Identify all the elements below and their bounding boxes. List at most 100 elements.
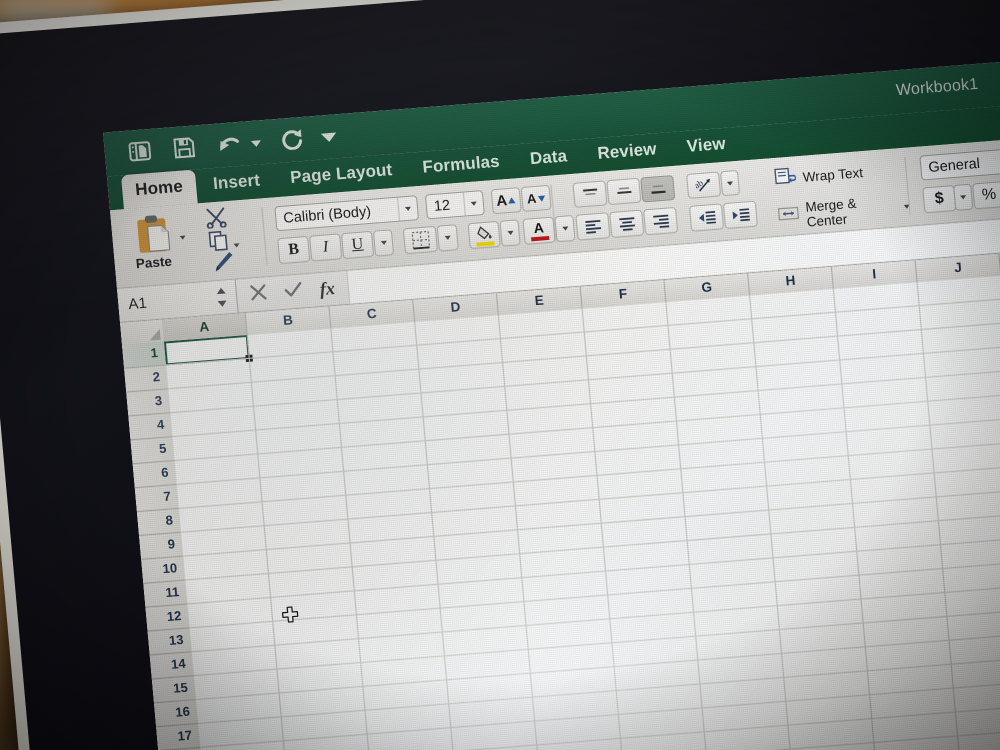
merge-center-button[interactable]: Merge & Center xyxy=(777,192,911,232)
customize-toolbar-caret[interactable] xyxy=(320,131,338,143)
row-header-3[interactable]: 3 xyxy=(126,389,171,417)
row-header-17[interactable]: 17 xyxy=(156,723,201,750)
row-header-1[interactable]: 1 xyxy=(122,341,167,369)
grid-row-line xyxy=(185,503,1000,581)
grid-column-line xyxy=(246,334,299,750)
grid-row-line xyxy=(197,647,1000,724)
tab-insert[interactable]: Insert xyxy=(199,164,274,198)
confirm-formula-icon[interactable] xyxy=(283,280,304,303)
format-painter-icon[interactable] xyxy=(209,251,235,278)
orientation-button[interactable]: ab xyxy=(686,171,722,199)
row-header-8[interactable]: 8 xyxy=(136,508,181,537)
font-color-button[interactable]: A xyxy=(522,216,556,245)
grid-row-line xyxy=(172,360,1000,438)
increase-indent-button[interactable] xyxy=(722,200,759,230)
excel-window: Workbook1 Home Insert Page Layout Formul… xyxy=(103,53,1000,750)
row-header-13[interactable]: 13 xyxy=(147,628,192,656)
font-family-value: Calibri (Body) xyxy=(282,203,372,227)
mouse-cursor-cross xyxy=(281,606,299,624)
grid-row-line xyxy=(176,407,1000,485)
row-header-12[interactable]: 12 xyxy=(145,604,190,632)
tab-view[interactable]: View xyxy=(672,127,739,160)
grid-column-line xyxy=(581,308,634,750)
decrease-indent-button[interactable] xyxy=(688,203,725,232)
italic-button[interactable]: I xyxy=(309,233,343,262)
align-right-button[interactable] xyxy=(643,206,679,236)
row-header-4[interactable]: 4 xyxy=(128,413,173,441)
align-center-button[interactable] xyxy=(609,209,645,239)
percent-button[interactable]: % xyxy=(972,181,1000,210)
grid-row-line xyxy=(204,718,1000,750)
row-header-2[interactable]: 2 xyxy=(124,365,169,393)
grid-row-line xyxy=(193,599,1000,677)
font-size-caret[interactable] xyxy=(462,191,484,216)
paste-label: Paste xyxy=(135,253,173,272)
spreadsheet-grid: ABCDEFGHIJKL 123456789101112131415161718… xyxy=(120,243,1000,750)
row-header-14[interactable]: 14 xyxy=(149,652,194,680)
svg-text:ab: ab xyxy=(693,177,705,190)
row-header-7[interactable]: 7 xyxy=(134,484,179,513)
font-family-caret[interactable] xyxy=(397,196,419,221)
photograph-scene: Workbook1 Home Insert Page Layout Formul… xyxy=(0,0,1000,750)
orientation-caret[interactable] xyxy=(719,169,741,197)
borders-button[interactable] xyxy=(402,225,438,255)
underline-dropdown-caret[interactable] xyxy=(372,229,395,257)
undo-icon[interactable] xyxy=(217,133,244,156)
number-format-value: General xyxy=(927,155,981,176)
grid-row-line xyxy=(191,575,1000,653)
sidebar-toggle-icon[interactable] xyxy=(128,140,152,163)
redo-icon[interactable] xyxy=(280,128,305,151)
merge-center-label: Merge & Center xyxy=(804,195,858,230)
align-left-button[interactable] xyxy=(575,212,611,241)
undo-dropdown-caret[interactable] xyxy=(250,139,262,148)
cell-area[interactable] xyxy=(163,265,1000,750)
number-format-combo[interactable]: General xyxy=(919,142,1000,181)
grid-column-line xyxy=(497,315,550,750)
grid-row-line xyxy=(182,479,1000,557)
fill-color-button[interactable] xyxy=(467,220,501,250)
name-box-spinner[interactable] xyxy=(215,286,228,308)
underline-button[interactable]: U xyxy=(340,230,375,260)
bold-button[interactable]: B xyxy=(277,235,311,265)
grid-row-line xyxy=(195,623,1000,701)
row-header-5[interactable]: 5 xyxy=(130,437,175,465)
grow-font-label: A xyxy=(495,192,508,210)
grid-row-line xyxy=(200,670,1000,748)
tab-data[interactable]: Data xyxy=(516,139,582,172)
row-header-11[interactable]: 11 xyxy=(143,580,188,608)
increase-font-size-button[interactable]: A xyxy=(490,187,522,215)
ribbon-group-clipboard: Paste xyxy=(110,198,268,288)
name-box-value: A1 xyxy=(127,294,148,314)
wrap-text-icon xyxy=(774,166,797,191)
row-header-10[interactable]: 10 xyxy=(141,556,186,584)
font-color-a-label: A xyxy=(532,218,545,236)
cancel-formula-icon[interactable] xyxy=(249,283,268,306)
top-align-button[interactable] xyxy=(572,180,608,208)
font-family-combo[interactable]: Calibri (Body) xyxy=(274,195,420,232)
fill-color-caret[interactable] xyxy=(499,219,521,247)
row-header-15[interactable]: 15 xyxy=(151,676,196,704)
grid-row-line xyxy=(187,527,1000,605)
save-icon[interactable] xyxy=(173,137,196,160)
copy-dropdown-caret[interactable] xyxy=(233,234,241,252)
wrap-text-label: Wrap Text xyxy=(802,165,864,185)
window-title: Workbook1 xyxy=(895,75,979,100)
currency-button[interactable]: $ xyxy=(922,185,957,214)
bottom-align-button[interactable] xyxy=(640,175,676,203)
merge-center-icon xyxy=(777,204,800,228)
decrease-font-size-button[interactable]: A xyxy=(520,184,552,212)
row-header-16[interactable]: 16 xyxy=(154,700,199,728)
laptop-device: Workbook1 Home Insert Page Layout Formul… xyxy=(0,0,1000,750)
paste-dropdown-caret[interactable] xyxy=(179,227,187,245)
row-header-9[interactable]: 9 xyxy=(139,532,184,560)
tab-review[interactable]: Review xyxy=(583,132,670,167)
wrap-text-button[interactable]: Wrap Text xyxy=(774,161,864,191)
currency-caret[interactable] xyxy=(953,183,974,211)
grid-row-line xyxy=(180,455,1000,533)
row-header-6[interactable]: 6 xyxy=(132,461,177,489)
grid-row-line xyxy=(178,431,1000,509)
middle-align-button[interactable] xyxy=(606,177,642,206)
borders-dropdown-caret[interactable] xyxy=(436,224,459,252)
font-size-combo[interactable]: 12 xyxy=(424,190,485,220)
insert-function-icon[interactable]: fx xyxy=(319,278,336,300)
